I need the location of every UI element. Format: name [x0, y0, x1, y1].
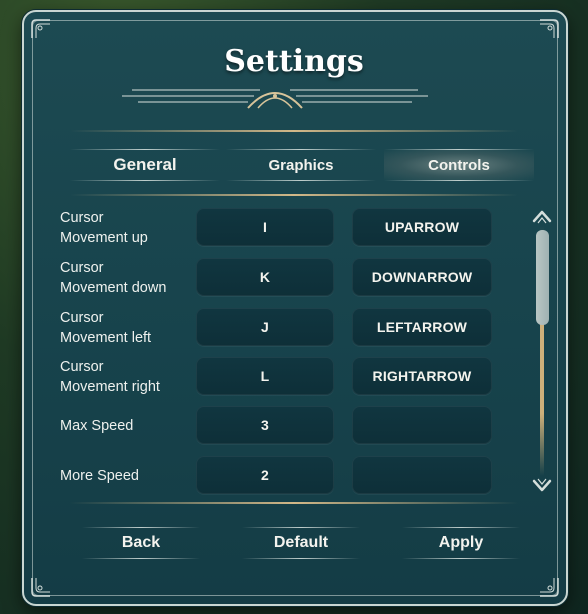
control-label-line1: Cursor	[60, 210, 104, 226]
secondary-key-button[interactable]: UPARROW	[352, 208, 492, 246]
tabs-divider	[70, 194, 518, 196]
control-label: More Speed	[60, 456, 190, 496]
control-label-line1: Cursor	[60, 310, 104, 326]
control-row: More Speed 2	[60, 456, 500, 496]
control-label: Cursor Movement down	[60, 258, 190, 298]
control-label: Cursor Movement right	[60, 357, 190, 397]
primary-key-button[interactable]: 3	[196, 406, 334, 444]
secondary-key-button[interactable]	[352, 456, 492, 494]
apply-button[interactable]: Apply	[402, 527, 520, 559]
control-label-line2: Movement down	[60, 280, 167, 296]
primary-key-button[interactable]: K	[196, 258, 334, 296]
default-button[interactable]: Default	[242, 527, 360, 559]
page-title: Settings	[224, 44, 364, 79]
control-label-line1: Cursor	[60, 260, 104, 276]
chevron-down-icon[interactable]	[531, 478, 553, 494]
corner-flourish-icon	[538, 18, 560, 40]
tab-general[interactable]: General	[70, 149, 220, 181]
control-row: Cursor Movement down K DOWNARROW	[60, 258, 500, 298]
control-label: Cursor Movement up	[60, 208, 190, 248]
chevron-up-icon[interactable]	[531, 208, 553, 224]
secondary-key-button[interactable]	[352, 406, 492, 444]
primary-key-button[interactable]: I	[196, 208, 334, 246]
primary-key-button[interactable]: J	[196, 308, 334, 346]
control-label-line2: Movement right	[60, 379, 160, 395]
primary-key-button[interactable]: L	[196, 357, 334, 395]
control-label-line1: Max Speed	[60, 418, 134, 434]
tab-controls[interactable]: Controls	[384, 149, 534, 181]
back-button[interactable]: Back	[82, 527, 200, 559]
secondary-key-button[interactable]: RIGHTARROW	[352, 357, 492, 395]
primary-key-button[interactable]: 2	[196, 456, 334, 494]
control-label-line2: Movement up	[60, 230, 148, 246]
control-label-line1: Cursor	[60, 359, 104, 375]
tab-graphics[interactable]: Graphics	[226, 149, 376, 181]
control-label: Max Speed	[60, 406, 190, 446]
control-row: Cursor Movement left J LEFTARROW	[60, 308, 500, 348]
control-row: Cursor Movement up I UPARROW	[60, 208, 500, 248]
secondary-key-button[interactable]: LEFTARROW	[352, 308, 492, 346]
control-row: Max Speed 3	[60, 406, 500, 446]
header-divider	[70, 130, 518, 132]
secondary-key-button[interactable]: DOWNARROW	[352, 258, 492, 296]
control-label: Cursor Movement left	[60, 308, 190, 348]
arch-ornament-icon	[122, 89, 428, 109]
control-row: Cursor Movement right L RIGHTARROW	[60, 357, 500, 397]
control-label-line1: More Speed	[60, 468, 139, 484]
footer-divider	[70, 502, 518, 504]
corner-flourish-icon	[30, 576, 52, 598]
scrollbar-thumb[interactable]	[536, 230, 549, 325]
corner-flourish-icon	[538, 576, 560, 598]
corner-flourish-icon	[30, 18, 52, 40]
control-label-line2: Movement left	[60, 330, 152, 346]
